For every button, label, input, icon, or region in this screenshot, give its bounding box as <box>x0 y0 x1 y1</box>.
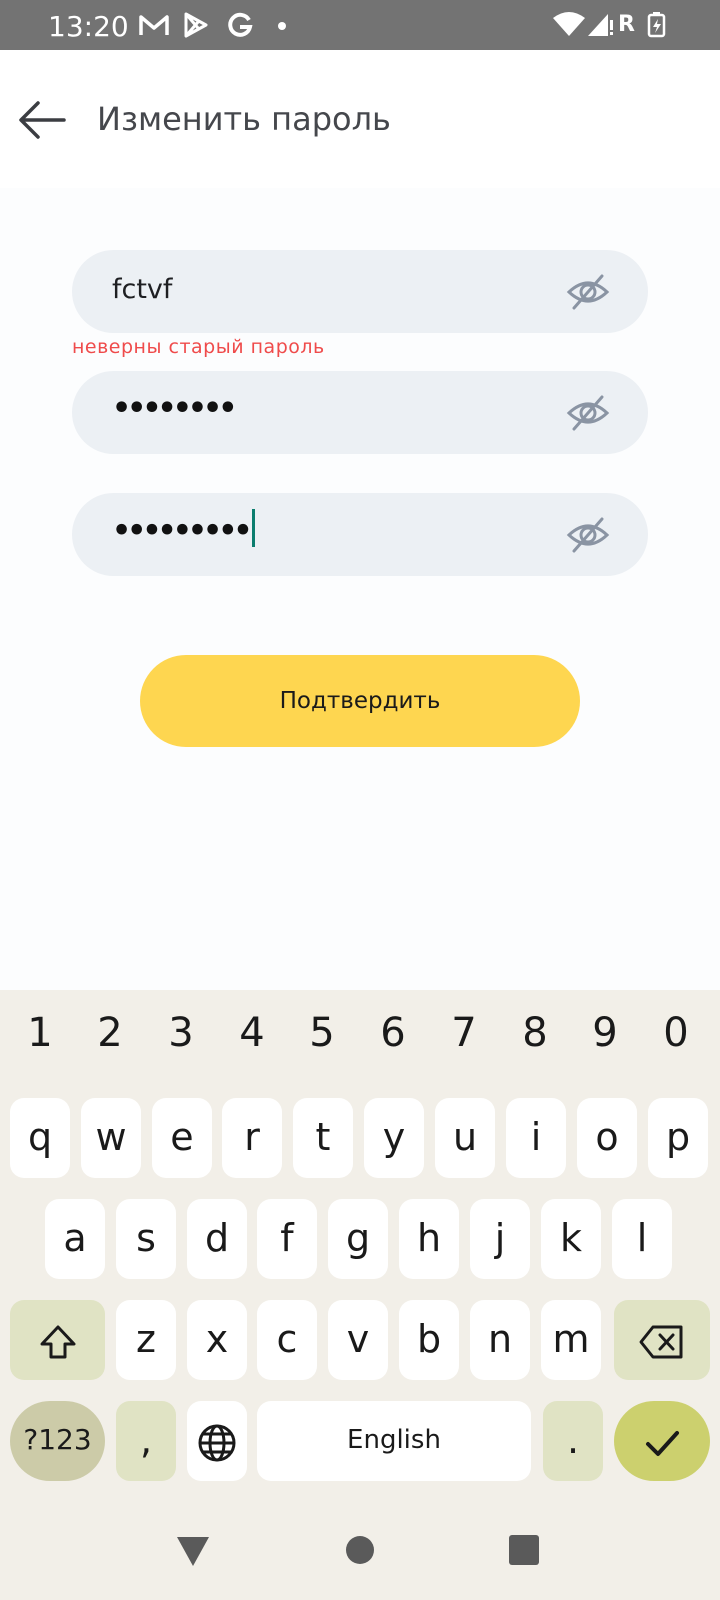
key-5[interactable]: 5 <box>287 1010 357 1056</box>
key-s[interactable]: s <box>116 1199 176 1279</box>
key-i[interactable]: i <box>506 1098 566 1178</box>
key-0[interactable]: 0 <box>641 1010 711 1056</box>
confirm-password-field[interactable]: ••••••••• <box>72 493 648 576</box>
text-caret <box>251 509 255 547</box>
shift-icon <box>40 1325 75 1358</box>
navigation-bar <box>0 1500 720 1600</box>
key-y[interactable]: y <box>364 1098 424 1178</box>
gmail-icon <box>139 15 169 35</box>
key-w[interactable]: w <box>81 1098 141 1178</box>
period-key[interactable]: . <box>543 1401 603 1481</box>
language-key[interactable] <box>187 1401 247 1481</box>
symbols-key[interactable]: ?123 <box>10 1401 105 1481</box>
space-key[interactable]: English <box>257 1401 531 1481</box>
battery-charging-icon <box>647 12 666 38</box>
old-password-value: fctvf <box>112 274 173 305</box>
nav-home-icon[interactable] <box>345 1535 375 1565</box>
key-1[interactable]: 1 <box>5 1010 75 1056</box>
old-password-error: неверны старый пароль <box>72 336 325 358</box>
key-f[interactable]: f <box>257 1199 317 1279</box>
key-j[interactable]: j <box>470 1199 530 1279</box>
check-icon <box>646 1430 679 1456</box>
confirm-password-container: ••••••••• <box>112 509 255 551</box>
key-2[interactable]: 2 <box>75 1010 145 1056</box>
signal-icon <box>588 14 613 36</box>
key-r[interactable]: r <box>222 1098 282 1178</box>
new-password-field[interactable]: •••••••• <box>72 371 648 454</box>
old-password-field[interactable]: fctvf <box>72 250 648 333</box>
eye-off-icon[interactable] <box>566 513 610 557</box>
key-4[interactable]: 4 <box>217 1010 287 1056</box>
key-l[interactable]: l <box>612 1199 672 1279</box>
key-n[interactable]: n <box>470 1300 530 1380</box>
key-t[interactable]: t <box>293 1098 353 1178</box>
roaming-icon: R <box>618 12 635 37</box>
shift-key[interactable] <box>10 1300 105 1380</box>
new-password-masked: •••••••• <box>112 391 237 426</box>
eye-off-icon[interactable] <box>566 391 610 435</box>
key-p[interactable]: p <box>648 1098 708 1178</box>
confirm-password-masked: ••••••••• <box>112 513 253 549</box>
status-time: 13:20 <box>48 10 129 43</box>
key-m[interactable]: m <box>541 1300 601 1380</box>
key-7[interactable]: 7 <box>429 1010 499 1056</box>
key-h[interactable]: h <box>399 1199 459 1279</box>
key-k[interactable]: k <box>541 1199 601 1279</box>
key-3[interactable]: 3 <box>146 1010 216 1056</box>
key-z[interactable]: z <box>116 1300 176 1380</box>
eye-off-icon[interactable] <box>566 270 610 314</box>
globe-icon <box>198 1424 236 1461</box>
key-d[interactable]: d <box>187 1199 247 1279</box>
confirm-button[interactable]: Подтвердить <box>140 655 580 747</box>
key-o[interactable]: o <box>577 1098 637 1178</box>
key-u[interactable]: u <box>435 1098 495 1178</box>
dot-icon <box>278 22 286 30</box>
wifi-icon <box>553 12 585 36</box>
back-arrow-icon[interactable] <box>12 94 72 146</box>
key-g[interactable]: g <box>328 1199 388 1279</box>
nav-back-icon[interactable] <box>176 1534 210 1568</box>
google-icon <box>228 12 253 37</box>
key-q[interactable]: q <box>10 1098 70 1178</box>
key-v[interactable]: v <box>328 1300 388 1380</box>
key-e[interactable]: e <box>152 1098 212 1178</box>
play-store-icon <box>184 12 208 38</box>
backspace-key[interactable] <box>614 1300 710 1380</box>
nav-recents-icon[interactable] <box>508 1535 540 1565</box>
page-title: Изменить пароль <box>97 100 391 138</box>
number-row: 1 2 3 4 5 6 7 8 9 0 <box>0 1010 720 1072</box>
enter-key[interactable] <box>614 1401 710 1481</box>
key-c[interactable]: c <box>257 1300 317 1380</box>
key-6[interactable]: 6 <box>358 1010 428 1056</box>
comma-key[interactable]: , <box>116 1401 176 1481</box>
key-b[interactable]: b <box>399 1300 459 1380</box>
status-bar: 13:20 R <box>0 0 720 50</box>
key-9[interactable]: 9 <box>570 1010 640 1056</box>
key-8[interactable]: 8 <box>500 1010 570 1056</box>
key-x[interactable]: x <box>187 1300 247 1380</box>
backspace-icon <box>639 1325 683 1358</box>
key-a[interactable]: a <box>45 1199 105 1279</box>
